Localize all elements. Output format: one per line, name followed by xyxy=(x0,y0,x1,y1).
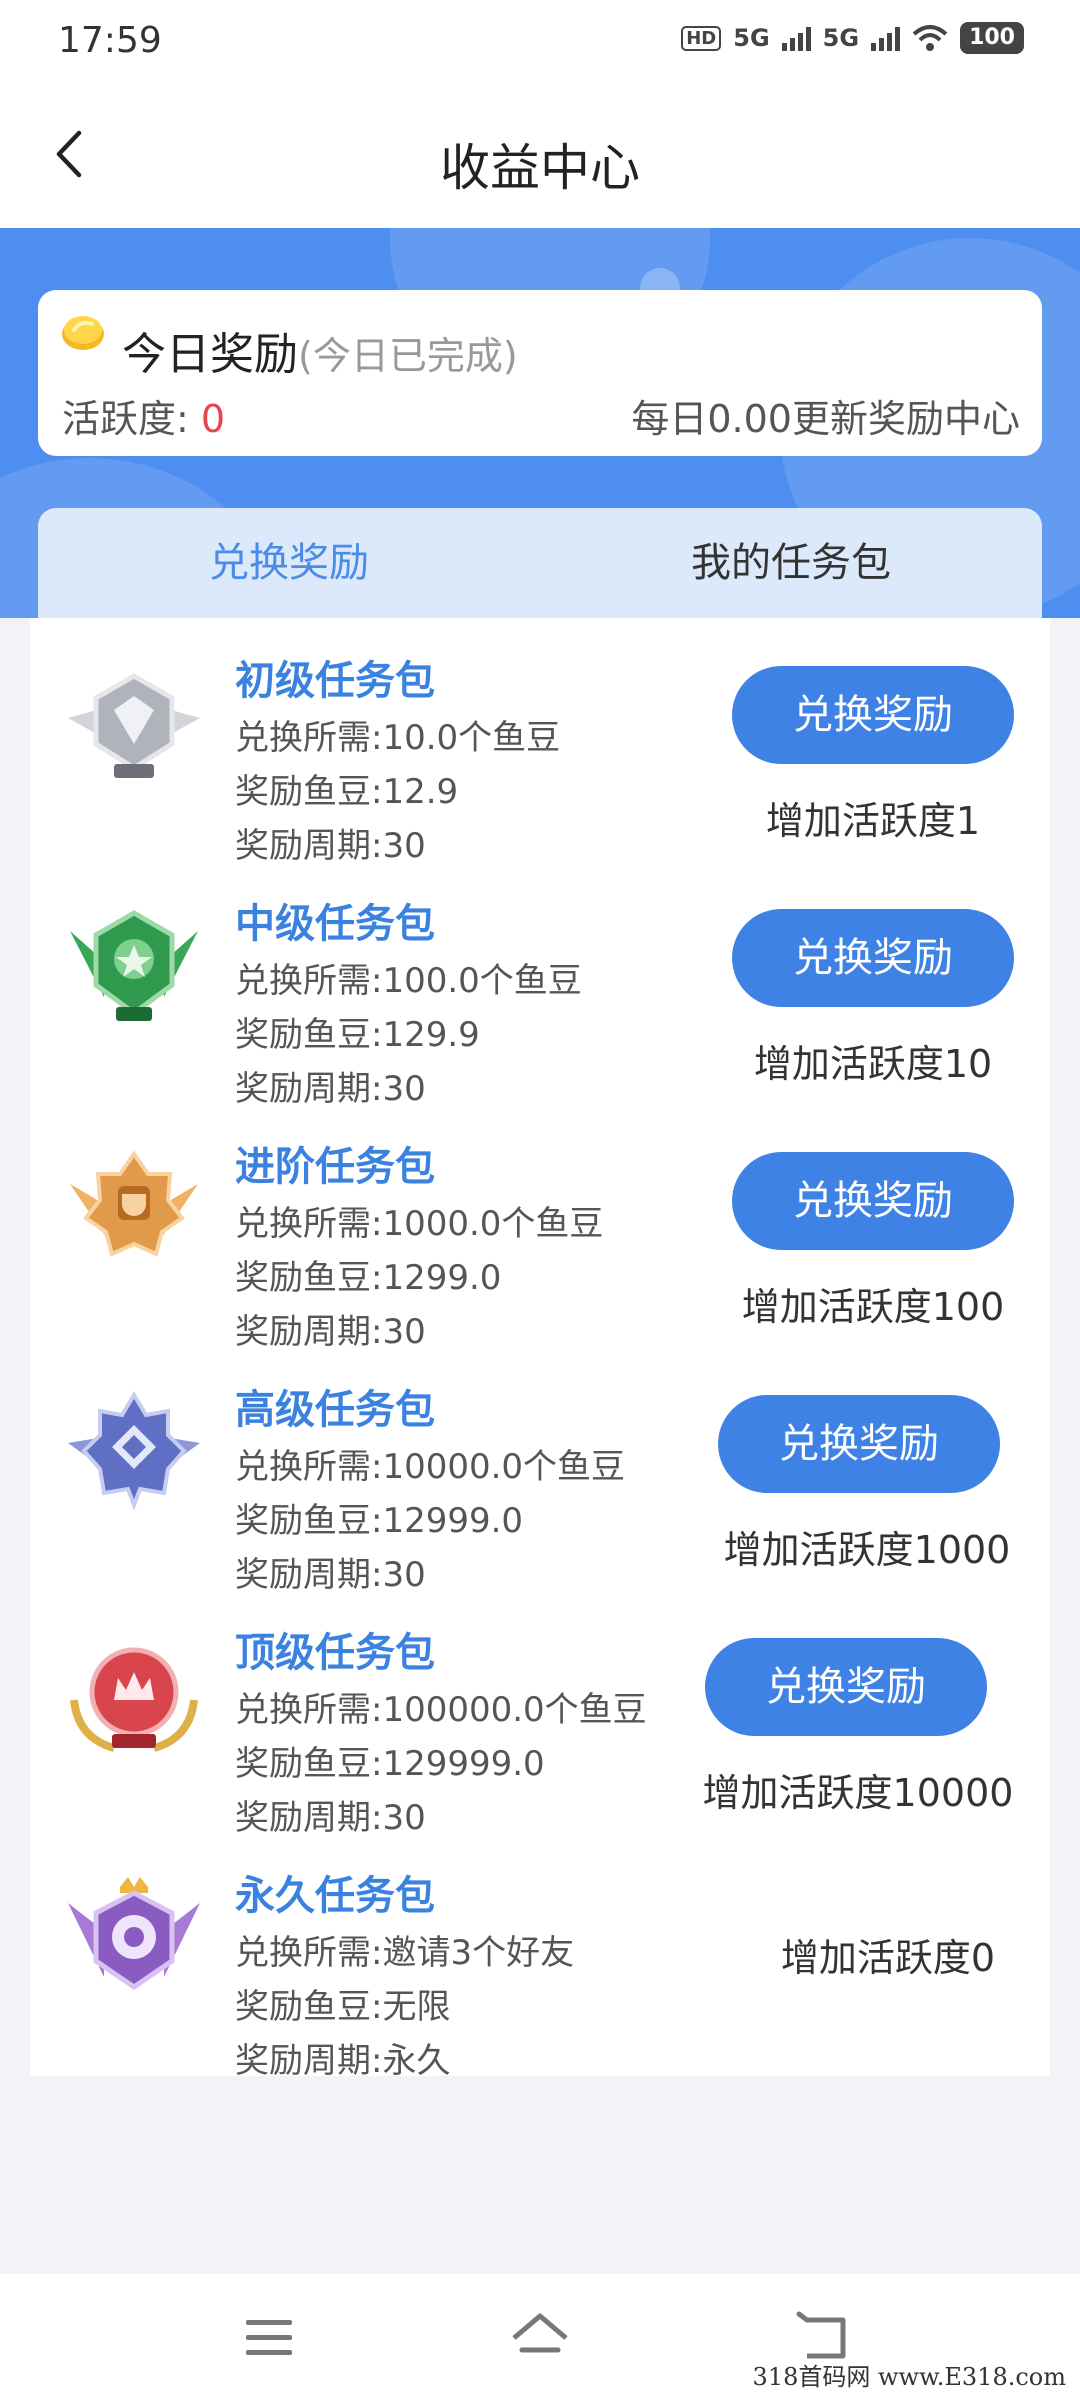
activity-display: 活跃度: 0 xyxy=(62,397,226,441)
tab-bar: 兑换奖励 我的任务包 xyxy=(38,508,1042,618)
exchange-reward-button[interactable]: 兑换奖励 xyxy=(732,909,1014,1007)
silver-badge-icon xyxy=(68,673,200,778)
tab-exchange-reward[interactable]: 兑换奖励 xyxy=(38,508,540,618)
status-time: 17:59 xyxy=(58,20,162,61)
item-period: 奖励周期:30 xyxy=(235,1798,426,1838)
list-item: 永久任务包 兑换所需:邀请3个好友 奖励鱼豆:无限 奖励周期:永久 增加活跃度0 xyxy=(30,1833,1050,2081)
tab-my-task-packs[interactable]: 我的任务包 xyxy=(540,508,1042,618)
activity-gain: 增加活跃度1000 xyxy=(723,1528,1011,1572)
daily-reward-card: 今日奖励(今日已完成) 活跃度: 0 每日0.00更新奖励中心 xyxy=(38,290,1042,456)
update-note: 每日0.00更新奖励中心 xyxy=(631,397,1020,441)
exchange-reward-button[interactable]: 兑换奖励 xyxy=(732,1152,1014,1250)
item-title: 中级任务包 xyxy=(235,901,435,947)
item-cost: 兑换所需:100.0个鱼豆 xyxy=(235,961,582,1001)
item-period: 奖励周期:30 xyxy=(235,1555,426,1595)
battery-icon: 100 xyxy=(960,22,1024,54)
purple-badge-icon xyxy=(68,1877,200,1991)
network-5g-label-2: 5G xyxy=(822,24,860,52)
bronze-badge-icon xyxy=(70,1150,198,1257)
wifi-icon xyxy=(912,25,948,51)
list-item: 中级任务包 兑换所需:100.0个鱼豆 奖励鱼豆:129.9 奖励周期:30 兑… xyxy=(30,861,1050,1109)
header: 收益中心 xyxy=(0,84,1080,228)
coin-icon xyxy=(62,316,104,350)
item-title: 顶级任务包 xyxy=(235,1630,435,1676)
activity-gain: 增加活跃度1 xyxy=(765,799,981,843)
item-reward: 奖励鱼豆:12.9 xyxy=(235,772,459,812)
item-period: 奖励周期:永久 xyxy=(235,2041,451,2081)
exchange-reward-button[interactable]: 兑换奖励 xyxy=(732,666,1014,764)
status-bar: 17:59 HD 5G 5G 100 xyxy=(0,0,1080,84)
signal-icon-2 xyxy=(871,25,901,51)
red-badge-icon xyxy=(70,1647,198,1752)
activity-value: 0 xyxy=(200,397,226,441)
item-title: 高级任务包 xyxy=(235,1387,435,1433)
menu-icon[interactable] xyxy=(240,2310,300,2366)
task-pack-list: 初级任务包 兑换所需:10.0个鱼豆 奖励鱼豆:12.9 奖励周期:30 兑换奖… xyxy=(30,618,1050,2081)
list-item: 进阶任务包 兑换所需:1000.0个鱼豆 奖励鱼豆:1299.0 奖励周期:30… xyxy=(30,1104,1050,1352)
reward-title: 今日奖励(今日已完成) xyxy=(122,329,518,380)
item-cost: 兑换所需:10000.0个鱼豆 xyxy=(235,1447,626,1487)
watermark: 318首码网 www.E318.com xyxy=(752,2363,1066,2391)
home-icon[interactable] xyxy=(510,2310,570,2366)
activity-gain: 增加活跃度0 xyxy=(780,1936,996,1980)
reward-status: (今日已完成) xyxy=(298,334,518,378)
activity-gain: 增加活跃度10000 xyxy=(702,1771,1014,1815)
green-badge-icon xyxy=(70,910,198,1021)
list-item: 顶级任务包 兑换所需:100000.0个鱼豆 奖励鱼豆:129999.0 奖励周… xyxy=(30,1590,1050,1838)
exchange-reward-button[interactable]: 兑换奖励 xyxy=(705,1638,987,1736)
item-title: 永久任务包 xyxy=(235,1873,435,1919)
item-reward: 奖励鱼豆:129999.0 xyxy=(235,1744,545,1784)
page-title: 收益中心 xyxy=(440,139,640,197)
item-period: 奖励周期:30 xyxy=(235,1312,426,1352)
item-cost: 兑换所需:邀请3个好友 xyxy=(235,1933,575,1973)
item-reward: 奖励鱼豆:1299.0 xyxy=(235,1258,502,1298)
network-5g-label: 5G xyxy=(733,24,770,52)
item-cost: 兑换所需:10.0个鱼豆 xyxy=(235,718,561,758)
activity-gain: 增加活跃度10 xyxy=(753,1042,993,1086)
item-reward: 奖励鱼豆:129.9 xyxy=(235,1015,480,1055)
item-title: 初级任务包 xyxy=(235,658,435,704)
item-cost: 兑换所需:1000.0个鱼豆 xyxy=(235,1204,604,1244)
list-item: 高级任务包 兑换所需:10000.0个鱼豆 奖励鱼豆:12999.0 奖励周期:… xyxy=(30,1347,1050,1595)
status-icons: HD 5G 5G 100 xyxy=(681,22,1024,54)
item-title: 进阶任务包 xyxy=(235,1144,435,1190)
blue-badge-icon xyxy=(68,1391,200,1511)
item-period: 奖励周期:30 xyxy=(235,826,426,866)
item-cost: 兑换所需:100000.0个鱼豆 xyxy=(235,1690,647,1730)
exchange-reward-button[interactable]: 兑换奖励 xyxy=(718,1395,1000,1493)
hd-icon: HD xyxy=(681,25,722,51)
signal-icon xyxy=(781,25,811,51)
system-nav-bar: 318首码网 www.E318.com xyxy=(0,2274,1080,2400)
list-item: 初级任务包 兑换所需:10.0个鱼豆 奖励鱼豆:12.9 奖励周期:30 兑换奖… xyxy=(30,618,1050,866)
item-period: 奖励周期:30 xyxy=(235,1069,426,1109)
item-reward: 奖励鱼豆:无限 xyxy=(235,1987,451,2027)
activity-gain: 增加活跃度100 xyxy=(741,1285,1005,1329)
item-reward: 奖励鱼豆:12999.0 xyxy=(235,1501,524,1541)
